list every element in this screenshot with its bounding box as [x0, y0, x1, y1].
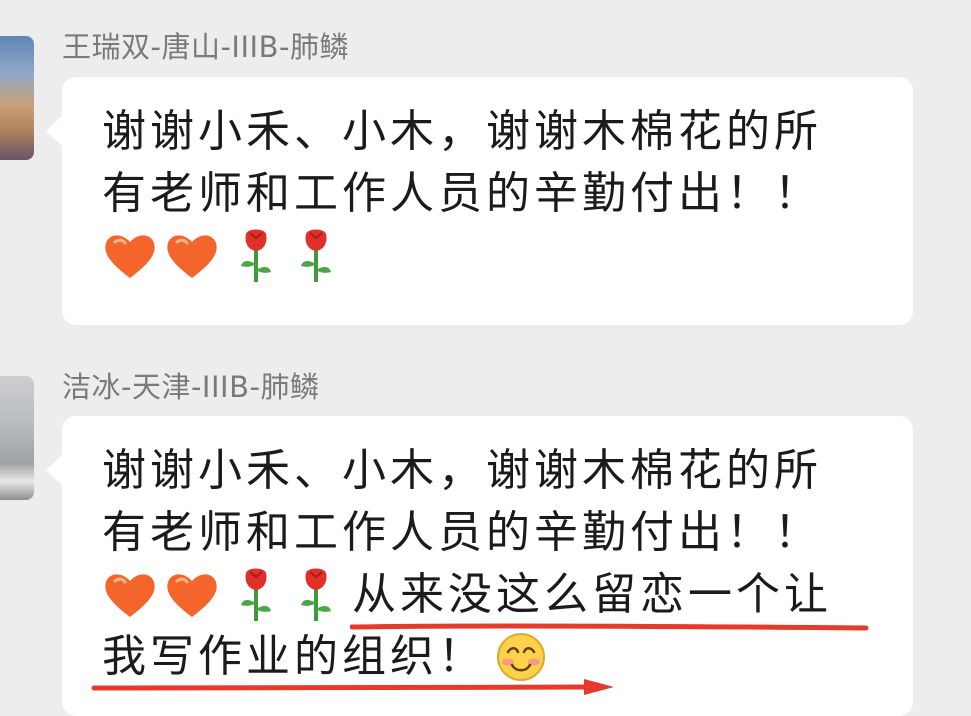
heart-emoji-icon	[167, 574, 217, 617]
emoji-row	[102, 225, 883, 287]
heart-emoji-icon	[105, 235, 155, 278]
message-text-line: 谢谢小禾、小木，谢谢木棉花的所	[102, 106, 822, 157]
rose-emoji-icon	[301, 229, 331, 282]
message-text-line: 有老师和工作人员的辛勤付出！！	[102, 507, 822, 558]
message-bubble[interactable]: 谢谢小禾、小木，谢谢木棉花的所 有老师和工作人员的辛勤付出！！	[46, 77, 913, 325]
smile-emoji-icon	[497, 633, 545, 681]
message-text-line: 有老师和工作人员的辛勤付出！！	[102, 168, 822, 219]
message-bubble[interactable]: 谢谢小禾、小木，谢谢木棉花的所 有老师和工作人员的辛勤付出！！	[46, 416, 913, 716]
sender-name[interactable]: 王瑞双-唐山-IIIB-肺鳞	[62, 24, 349, 66]
sender-name[interactable]: 洁冰-天津-IIIB-肺鳞	[62, 364, 319, 406]
heart-emoji-icon	[167, 235, 217, 278]
sender-avatar[interactable]	[0, 376, 34, 500]
sender-avatar[interactable]	[0, 36, 34, 160]
message-text-line: 谢谢小禾、小木，谢谢木棉花的所	[102, 445, 822, 496]
emoji-row: 从来没这么留恋一个让	[102, 564, 883, 626]
rose-emoji-icon	[241, 568, 271, 621]
heart-emoji-icon	[105, 574, 155, 617]
red-arrow-underline-mark	[91, 679, 614, 695]
rose-emoji-icon	[241, 229, 271, 282]
rose-emoji-icon	[301, 568, 331, 621]
red-underline-mark	[350, 623, 869, 631]
message-text-inline: 从来没这么留恋一个让	[352, 569, 832, 620]
